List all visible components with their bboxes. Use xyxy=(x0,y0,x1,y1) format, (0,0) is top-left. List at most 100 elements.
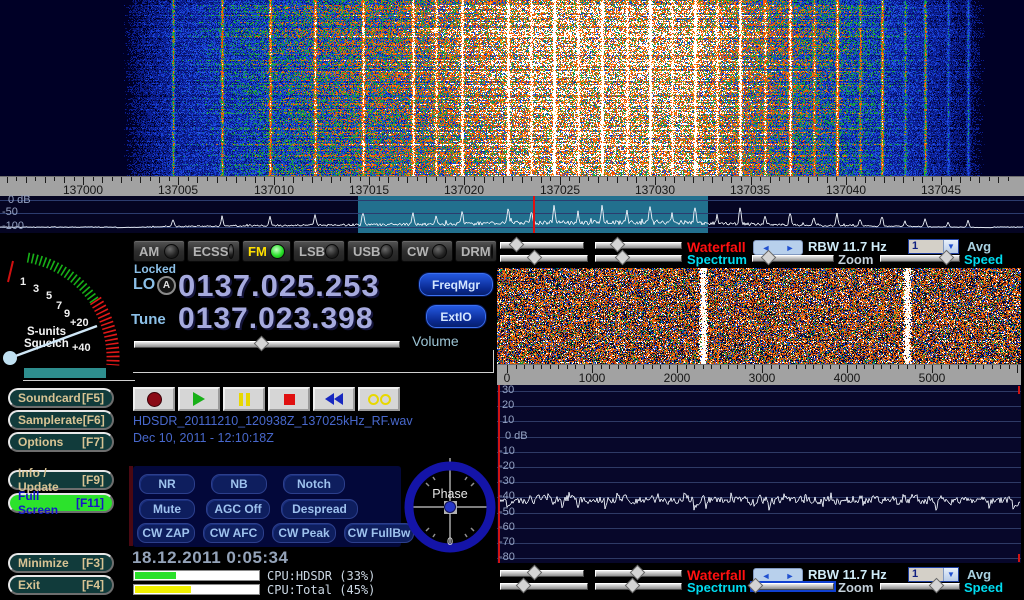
stop-button[interactable] xyxy=(268,387,310,411)
tick xyxy=(493,177,494,181)
speed-slider[interactable] xyxy=(880,255,960,262)
freq-tick-label: 137035 xyxy=(718,183,782,197)
tick xyxy=(881,365,882,369)
waterfall-brightness-slider[interactable] xyxy=(500,242,584,249)
play-button[interactable] xyxy=(178,387,220,411)
slider-thumb[interactable] xyxy=(516,578,532,594)
spectrum-brightness-slider-2[interactable] xyxy=(500,583,588,590)
phase-dial[interactable]: Phase 0 xyxy=(400,452,500,558)
speed-label: Speed xyxy=(964,252,1003,267)
notch-button[interactable]: Notch xyxy=(283,474,345,494)
freq-tick-label: 137000 xyxy=(51,183,115,197)
spectrum-brightness-slider[interactable] xyxy=(500,255,588,262)
freq-tick-label: 0 xyxy=(497,371,539,385)
tick xyxy=(283,177,284,181)
tick xyxy=(712,177,713,183)
mode-usb-button[interactable]: USB xyxy=(347,240,399,262)
waterfall-brightness-slider-2[interactable] xyxy=(500,570,584,577)
despread-button[interactable]: Despread xyxy=(281,499,358,519)
slider-thumb[interactable] xyxy=(253,336,269,352)
record-button[interactable] xyxy=(133,387,175,411)
tick xyxy=(26,177,27,183)
tick xyxy=(958,365,959,369)
tick xyxy=(74,177,75,181)
cw-zap-button[interactable]: CW ZAP xyxy=(137,523,195,543)
arrow-left-icon[interactable]: ◄ xyxy=(762,571,771,581)
tick xyxy=(64,177,65,183)
spectrum-contrast-slider-2[interactable] xyxy=(595,583,682,590)
agc-off-button[interactable]: AGC Off xyxy=(206,499,270,519)
squelch-level-bar[interactable] xyxy=(24,368,106,378)
tick xyxy=(1009,365,1010,369)
mode-selector: AM ECSS FM LSB USB CW DRM xyxy=(133,240,497,262)
mode-led xyxy=(432,244,447,259)
tune-cursor[interactable] xyxy=(533,196,535,233)
spectrum-contrast-slider[interactable] xyxy=(595,255,682,262)
fullscreen-button[interactable]: Full Screen[F11] xyxy=(8,493,114,513)
cw-peak-button[interactable]: CW Peak xyxy=(272,523,336,543)
tune-frequency-display[interactable]: 0137.023.398 xyxy=(178,302,374,336)
band-scroll-spinner-2[interactable]: ◄► xyxy=(753,568,803,583)
arrow-right-icon[interactable]: ► xyxy=(786,243,795,253)
rewind-button[interactable] xyxy=(313,387,355,411)
af-spectrum[interactable]: 30 20 10 0 dB -10 -20 -30 -40 -50 -60 -7… xyxy=(497,385,1021,563)
arrow-right-icon[interactable]: ► xyxy=(786,571,795,581)
minimize-button[interactable]: Minimize[F3] xyxy=(8,553,114,573)
main-frequency-scale[interactable]: 137000 137005 137010 137015 137020 13702… xyxy=(0,176,1024,198)
tick xyxy=(197,177,198,183)
nr-button[interactable]: NR xyxy=(139,474,195,494)
extio-button[interactable]: ExtIO xyxy=(426,305,486,328)
af-waterfall[interactable] xyxy=(497,268,1021,364)
tick xyxy=(960,177,961,183)
tick xyxy=(711,365,712,369)
tick xyxy=(779,177,780,181)
tick xyxy=(989,177,990,181)
chevron-down-icon[interactable]: ▼ xyxy=(943,568,958,581)
main-waterfall[interactable] xyxy=(0,0,1024,176)
slider-thumb[interactable] xyxy=(625,578,641,594)
volume-slider[interactable] xyxy=(134,341,400,348)
nb-button[interactable]: NB xyxy=(211,474,267,494)
tick xyxy=(655,177,656,185)
lo-lock-badge[interactable]: A xyxy=(157,276,176,295)
waterfall-contrast-slider-2[interactable] xyxy=(595,570,682,577)
svg-text:0: 0 xyxy=(447,536,453,548)
mode-drm-button[interactable]: DRM xyxy=(455,240,497,262)
speed-slider-2[interactable] xyxy=(880,583,960,590)
cw-afc-button[interactable]: CW AFC xyxy=(203,523,264,543)
zoom-slider-2[interactable] xyxy=(752,583,834,590)
band-scroll-spinner[interactable]: ◄► xyxy=(753,240,803,255)
exit-button[interactable]: Exit[F4] xyxy=(8,575,114,595)
s-meter-pivot xyxy=(3,351,17,365)
waterfall-contrast-slider[interactable] xyxy=(595,242,682,249)
samplerate-button[interactable]: Samplerate[F6] xyxy=(8,410,114,430)
slider-thumb[interactable] xyxy=(509,237,525,253)
mode-lsb-button[interactable]: LSB xyxy=(293,240,345,262)
soundcard-button[interactable]: Soundcard[F5] xyxy=(8,388,114,408)
info-update-button[interactable]: Info / Update[F9] xyxy=(8,470,114,490)
tick xyxy=(635,365,636,369)
mute-button[interactable]: Mute xyxy=(139,499,195,519)
slider-thumb[interactable] xyxy=(527,565,543,581)
tick xyxy=(665,177,666,181)
af-frequency-scale[interactable]: 0 1000 2000 3000 4000 5000 xyxy=(497,364,1021,386)
avg-dropdown[interactable]: 1 ▼ xyxy=(908,239,959,254)
main-spectrum[interactable]: 0 dB -50 -100 xyxy=(0,196,1024,233)
freqmgr-button[interactable]: FreqMgr xyxy=(419,273,493,296)
tick xyxy=(601,365,602,369)
speed-label-2: Speed xyxy=(964,580,1003,595)
loop-button[interactable] xyxy=(358,387,400,411)
tick xyxy=(722,177,723,181)
mode-cw-button[interactable]: CW xyxy=(401,240,453,262)
mode-fm-button[interactable]: FM xyxy=(242,240,291,262)
freq-tick-label: 4000 xyxy=(815,371,879,385)
tick xyxy=(35,177,36,181)
tick xyxy=(102,177,103,183)
options-button[interactable]: Options[F7] xyxy=(8,432,114,452)
mode-am-button[interactable]: AM xyxy=(133,240,185,262)
mode-ecss-button[interactable]: ECSS xyxy=(187,240,240,262)
lo-frequency-display[interactable]: 0137.025.253 xyxy=(178,268,380,304)
pause-button[interactable] xyxy=(223,387,265,411)
slider-thumb[interactable] xyxy=(527,250,543,266)
zoom-slider[interactable] xyxy=(752,255,834,262)
